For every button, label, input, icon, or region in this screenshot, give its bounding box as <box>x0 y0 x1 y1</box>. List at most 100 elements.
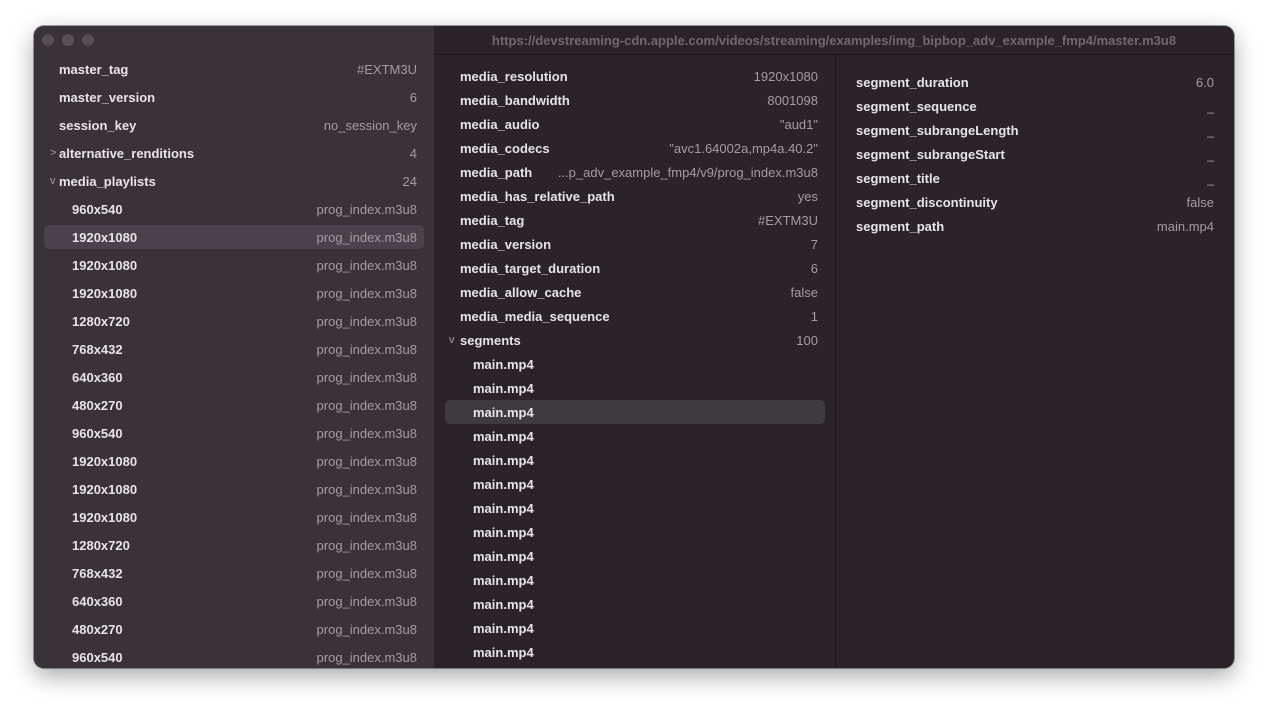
field-key: media_playlists <box>59 173 156 189</box>
field-key: segment_subrangeStart <box>856 146 1005 162</box>
media-field-media-codecs[interactable]: media_codecs "avc1.64002a,mp4a.40.2" <box>445 136 825 160</box>
sidebar-field-master-tag[interactable]: master_tag #EXTM3U <box>44 57 424 81</box>
segment-file: main.mp4 <box>473 404 534 420</box>
segment-item[interactable]: main.mp4 <box>445 520 825 544</box>
segment-item[interactable]: main.mp4 <box>445 448 825 472</box>
playlist-item[interactable]: 1280x720 prog_index.m3u8 <box>44 309 424 333</box>
media-playlist-pane: media_resolution 1920x1080 media_bandwidth… <box>434 55 836 668</box>
playlist-resolution: 1920x1080 <box>72 453 138 469</box>
playlist-file: prog_index.m3u8 <box>316 285 417 301</box>
media-field-media-target-duration[interactable]: media_target_duration 6 <box>445 256 825 280</box>
media-field-media-path[interactable]: media_path ...p_adv_example_fmp4/v9/prog_… <box>445 160 825 184</box>
playlist-file: prog_index.m3u8 <box>316 649 417 665</box>
playlist-file: prog_index.m3u8 <box>316 397 417 413</box>
segment-item[interactable]: main.mp4 <box>445 376 825 400</box>
playlist-item[interactable]: 640x360 prog_index.m3u8 <box>44 365 424 389</box>
segment-file: main.mp4 <box>473 500 534 516</box>
segment-item[interactable]: main.mp4 <box>445 400 825 424</box>
chevron-down-icon[interactable]: v <box>50 175 56 187</box>
playlist-file: prog_index.m3u8 <box>316 621 417 637</box>
sidebar-field-media-playlists[interactable]: v media_playlists 24 <box>44 169 424 193</box>
chevron-right-icon[interactable]: > <box>50 147 56 159</box>
segment-item[interactable]: main.mp4 <box>445 640 825 664</box>
playlist-item[interactable]: 1920x1080 prog_index.m3u8 <box>44 505 424 529</box>
media-field-media-version[interactable]: media_version 7 <box>445 232 825 256</box>
playlist-item[interactable]: 768x432 prog_index.m3u8 <box>44 561 424 585</box>
playlist-resolution: 960x540 <box>72 201 123 217</box>
playlist-resolution: 960x540 <box>72 425 123 441</box>
media-field-media-bandwidth[interactable]: media_bandwidth 8001098 <box>445 88 825 112</box>
field-value: 6 <box>810 260 818 276</box>
segment-item[interactable]: main.mp4 <box>445 352 825 376</box>
field-value: _ <box>1206 98 1214 114</box>
segment-file: main.mp4 <box>473 620 534 636</box>
playlist-item[interactable]: 960x540 prog_index.m3u8 <box>44 197 424 221</box>
segment-item[interactable]: main.mp4 <box>445 592 825 616</box>
segment-field-segment-sequence[interactable]: segment_sequence _ <box>842 94 1227 118</box>
media-field-media-audio[interactable]: media_audio "aud1" <box>445 112 825 136</box>
playlist-item[interactable]: 1920x1080 prog_index.m3u8 <box>44 225 424 249</box>
segment-item[interactable]: main.mp4 <box>445 568 825 592</box>
segment-item[interactable]: main.mp4 <box>445 496 825 520</box>
minimize-window-icon[interactable] <box>62 34 74 46</box>
field-key: media_media_sequence <box>460 308 610 324</box>
playlist-item[interactable]: 768x432 prog_index.m3u8 <box>44 337 424 361</box>
segment-item[interactable]: main.mp4 <box>445 424 825 448</box>
segment-file: main.mp4 <box>473 476 534 492</box>
sidebar-field-session-key[interactable]: session_key no_session_key <box>44 113 424 137</box>
zoom-window-icon[interactable] <box>82 34 94 46</box>
playlist-file: prog_index.m3u8 <box>316 341 417 357</box>
playlist-item[interactable]: 1920x1080 prog_index.m3u8 <box>44 449 424 473</box>
playlist-item[interactable]: 480x270 prog_index.m3u8 <box>44 617 424 641</box>
media-field-media-media-sequence[interactable]: media_media_sequence 1 <box>445 304 825 328</box>
playlist-item[interactable]: 960x540 prog_index.m3u8 <box>44 421 424 445</box>
field-key: media_tag <box>460 212 525 228</box>
media-field-media-resolution[interactable]: media_resolution 1920x1080 <box>445 64 825 88</box>
sidebar-field-alternative-renditions[interactable]: > alternative_renditions 4 <box>44 141 424 165</box>
segment-field-segment-subrangeLength[interactable]: segment_subrangeLength _ <box>842 118 1227 142</box>
field-key: segment_path <box>856 218 945 234</box>
playlist-file: prog_index.m3u8 <box>316 369 417 385</box>
field-value: 6.0 <box>1195 74 1214 90</box>
segment-field-segment-title[interactable]: segment_title _ <box>842 166 1227 190</box>
playlist-item[interactable]: 1280x720 prog_index.m3u8 <box>44 533 424 557</box>
media-field-media-allow-cache[interactable]: media_allow_cache false <box>445 280 825 304</box>
playlist-item[interactable]: 1920x1080 prog_index.m3u8 <box>44 477 424 501</box>
media-field-media-has-relative-path[interactable]: media_has_relative_path yes <box>445 184 825 208</box>
segment-item[interactable]: main.mp4 <box>445 472 825 496</box>
sidebar-field-master-version[interactable]: master_version 6 <box>44 85 424 109</box>
segment-file: main.mp4 <box>473 380 534 396</box>
field-key: segment_sequence <box>856 98 977 114</box>
field-value: _ <box>1206 146 1214 162</box>
playlist-item[interactable]: 960x540 prog_index.m3u8 <box>44 645 424 668</box>
playlist-resolution: 1920x1080 <box>72 285 138 301</box>
field-key: segment_duration <box>856 74 969 90</box>
playlist-item[interactable]: 1920x1080 prog_index.m3u8 <box>44 281 424 305</box>
field-value: ...p_adv_example_fmp4/v9/prog_index.m3u8 <box>557 164 818 180</box>
playlist-item[interactable]: 640x360 prog_index.m3u8 <box>44 589 424 613</box>
media-field-media-tag[interactable]: media_tag #EXTM3U <box>445 208 825 232</box>
playlist-file: prog_index.m3u8 <box>316 565 417 581</box>
field-key: media_target_duration <box>460 260 601 276</box>
chevron-down-icon[interactable]: v <box>449 334 455 346</box>
field-key: segment_discontinuity <box>856 194 998 210</box>
segment-file: main.mp4 <box>473 356 534 372</box>
segment-item[interactable]: main.mp4 <box>445 544 825 568</box>
playlist-item[interactable]: 1920x1080 prog_index.m3u8 <box>44 253 424 277</box>
segment-field-segment-path[interactable]: segment_path main.mp4 <box>842 214 1227 238</box>
segment-item[interactable]: main.mp4 <box>445 616 825 640</box>
field-value: #EXTM3U <box>357 61 417 77</box>
field-value: 6 <box>409 89 417 105</box>
segment-field-segment-discontinuity[interactable]: segment_discontinuity false <box>842 190 1227 214</box>
field-key: media_bandwidth <box>460 92 570 108</box>
close-window-icon[interactable] <box>42 34 54 46</box>
playlist-item[interactable]: 480x270 prog_index.m3u8 <box>44 393 424 417</box>
field-key: alternative_renditions <box>59 145 195 161</box>
segment-field-segment-duration[interactable]: segment_duration 6.0 <box>842 70 1227 94</box>
playlist-resolution: 1280x720 <box>72 313 130 329</box>
segment-file: main.mp4 <box>473 428 534 444</box>
segment-field-segment-subrangeStart[interactable]: segment_subrangeStart _ <box>842 142 1227 166</box>
playlist-resolution: 480x270 <box>72 397 123 413</box>
playlist-file: prog_index.m3u8 <box>316 481 417 497</box>
segments-group[interactable]: v segments 100 <box>445 328 825 352</box>
